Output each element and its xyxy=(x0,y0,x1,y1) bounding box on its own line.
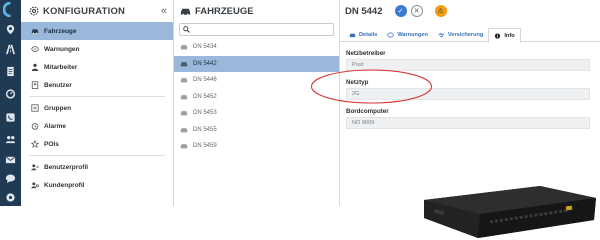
nav-item-warnungen[interactable]: Warnungen xyxy=(21,40,173,58)
detail-tabs: Details Warnungen Versicherung Info xyxy=(340,28,600,43)
nav-item-mitarbeiter[interactable]: Mitarbeiter xyxy=(21,58,173,76)
nav-label: Warnungen xyxy=(44,45,80,53)
nav-item-benutzer[interactable]: Benutzer xyxy=(21,76,173,94)
nav-item-kundenprofil[interactable]: Kundenprofil xyxy=(21,176,173,194)
vehicle-label: DN 5442 xyxy=(193,60,217,67)
vehicle-label: DN 5453 xyxy=(193,110,217,117)
info-icon xyxy=(495,32,501,39)
document-icon[interactable] xyxy=(5,66,16,77)
field-label: Netzbetreiber xyxy=(346,50,386,57)
nav-label: POIs xyxy=(44,140,59,148)
vehicle-label: DN 5459 xyxy=(193,143,217,150)
vehicle-label: DN 5452 xyxy=(193,93,217,100)
nav-item-alarme[interactable]: Alarme xyxy=(21,117,173,135)
app-root: KONFIGURATION « Fahrzeuge Warnungen Mita… xyxy=(0,0,600,240)
tab-label: Info xyxy=(504,32,515,39)
car-icon xyxy=(180,127,188,133)
confirm-button[interactable]: ✓ xyxy=(394,5,407,17)
konfiguration-nav: Fahrzeuge Warnungen Mitarbeiter Benutzer… xyxy=(21,22,173,194)
car-icon xyxy=(180,8,191,16)
vehicle-row[interactable]: DN 5459 xyxy=(174,138,339,155)
collapse-button[interactable]: « xyxy=(161,5,167,17)
nav-divider xyxy=(29,96,165,97)
fahrzeuge-title: FAHRZEUGE xyxy=(195,5,254,17)
field-bordcomputer: Bordcomputer NO 8009 xyxy=(340,108,600,129)
car-icon xyxy=(180,61,188,67)
vehicle-row[interactable]: DN 5434 xyxy=(174,39,339,56)
konfiguration-title: KONFIGURATION xyxy=(43,5,126,17)
customer-profile-icon xyxy=(31,182,39,189)
vehicle-label: DN 5434 xyxy=(193,44,217,51)
user-icon xyxy=(31,81,39,89)
fahrzeuge-header: FAHRZEUGE xyxy=(174,0,339,22)
vehicle-title: DN 5442 xyxy=(345,5,383,17)
tab-versicherung[interactable]: Versicherung xyxy=(433,28,488,42)
car-icon xyxy=(180,94,188,100)
tab-details[interactable]: Details xyxy=(344,28,382,42)
logo-icon[interactable] xyxy=(3,2,18,17)
chat-icon[interactable] xyxy=(5,173,16,184)
nav-item-gruppen[interactable]: Gruppen xyxy=(21,99,173,117)
nav-label: Fahrzeuge xyxy=(44,27,77,35)
route-icon[interactable] xyxy=(5,44,16,55)
handshake-icon xyxy=(438,33,445,38)
vehicle-search-input[interactable] xyxy=(179,23,334,36)
nav-item-fahrzeuge[interactable]: Fahrzeuge xyxy=(21,22,173,40)
settings-icon[interactable] xyxy=(5,192,16,203)
tab-warnungen[interactable]: Warnungen xyxy=(382,28,433,42)
location-pin-icon[interactable] xyxy=(5,24,16,35)
car-icon xyxy=(180,78,188,83)
nav-divider xyxy=(29,155,165,156)
phone-icon[interactable] xyxy=(5,112,16,123)
car-icon xyxy=(31,29,39,35)
nav-label: Kundenprofil xyxy=(44,181,85,189)
alarm-icon xyxy=(31,123,39,130)
star-icon xyxy=(31,140,39,148)
icon-rail xyxy=(0,0,21,206)
highlight-ellipse xyxy=(310,69,433,104)
nav-label: Mitarbeiter xyxy=(44,63,78,71)
detail-header: DN 5442 ✓ ✕ ⚠ xyxy=(340,0,600,22)
nav-label: Gruppen xyxy=(44,104,72,112)
search-icon xyxy=(183,26,190,33)
users-icon[interactable] xyxy=(5,134,16,145)
nav-label: Benutzer xyxy=(44,81,72,89)
car-icon xyxy=(180,45,188,50)
konfiguration-panel: KONFIGURATION « Fahrzeuge Warnungen Mita… xyxy=(21,0,174,206)
tab-label: Versicherung xyxy=(447,32,484,38)
field-label: Bordcomputer xyxy=(346,108,389,115)
vehicle-label: DN 5455 xyxy=(193,126,217,133)
cancel-button[interactable]: ✕ xyxy=(410,5,423,17)
vehicle-label: DN 5446 xyxy=(193,77,217,84)
vehicle-row[interactable]: DN 5453 xyxy=(174,105,339,122)
car-icon xyxy=(180,111,188,116)
car-icon xyxy=(180,144,188,149)
bordcomputer-field: NO 8009 xyxy=(346,117,590,129)
user-profile-icon xyxy=(31,164,39,171)
tab-label: Warnungen xyxy=(397,32,428,38)
car-icon xyxy=(349,33,356,38)
employee-icon xyxy=(31,63,39,71)
alert-button[interactable]: ⚠ xyxy=(434,5,447,17)
nav-item-pois[interactable]: POIs xyxy=(21,135,173,153)
gear-icon xyxy=(29,6,39,16)
warning-icon xyxy=(387,32,394,38)
konfiguration-header: KONFIGURATION « xyxy=(21,0,173,22)
mail-icon[interactable] xyxy=(5,154,16,165)
stopwatch-icon[interactable] xyxy=(5,88,16,99)
telematics-device-image xyxy=(424,186,596,238)
nav-label: Alarme xyxy=(44,122,67,130)
nav-item-benutzerprofil[interactable]: Benutzerprofil xyxy=(21,158,173,176)
nav-label: Benutzerprofil xyxy=(44,163,89,171)
group-icon xyxy=(31,104,39,112)
tab-info[interactable]: Info xyxy=(488,28,521,43)
vehicle-row[interactable]: DN 5455 xyxy=(174,122,339,139)
tab-label: Details xyxy=(359,32,378,38)
warning-icon xyxy=(31,46,39,52)
